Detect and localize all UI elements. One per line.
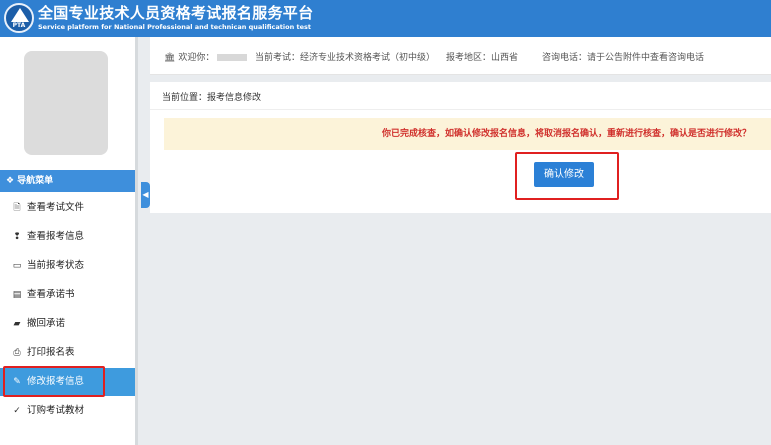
nav-menu-header: ❖ 导航菜单 [0, 170, 135, 192]
info-icon: ❢ [13, 232, 21, 242]
content-panel: 当前位置：报考信息修改 你已完成核查，如确认修改报名信息，将取消报名确认，重新进… [150, 82, 771, 213]
id-card-icon: ▤ [12, 290, 22, 300]
sidebar-item-commitment[interactable]: ▤ 查看承诺书 [0, 281, 135, 309]
highlight-box-menu [3, 366, 105, 397]
pta-logo: PTA [4, 3, 34, 33]
sidebar-item-status[interactable]: ▭ 当前报考状态 [0, 252, 135, 280]
welcome-group: 🏛 欢迎你： [164, 50, 248, 63]
printer-icon: ⎙ [13, 348, 21, 358]
sidebar: ❖ 导航菜单 🗎 查看考试文件 ❢ 查看报考信息 ▭ 当前报考状态 ▤ 查看承诺书 ▰ 撤回… [0, 37, 135, 445]
home-icon: ❖ [6, 176, 15, 186]
eraser-icon: ▰ [13, 319, 21, 329]
sidebar-item-label: 查看报考信息 [27, 231, 85, 242]
current-exam-text: 当前考试：经济专业技术资格考试（初中级） [255, 53, 436, 63]
panel-divider [150, 109, 771, 110]
sidebar-item-label: 撤回承诺 [27, 318, 66, 329]
sidebar-item-label: 当前报考状态 [27, 260, 85, 271]
sidebar-item-exam-files[interactable]: 🗎 查看考试文件 [0, 194, 135, 222]
welcome-text: 欢迎你： [178, 53, 215, 63]
bank-icon: 🏛 [164, 53, 176, 63]
sidebar-item-withdraw[interactable]: ▰ 撤回承诺 [0, 310, 135, 338]
sidebar-item-print[interactable]: ⎙ 打印报名表 [0, 339, 135, 367]
highlight-box-button [515, 152, 619, 200]
sidebar-divider [135, 37, 138, 445]
warning-alert: 你已完成核查，如确认修改报名信息，将取消报名确认，重新进行核查，确认是否进行修改… [164, 118, 771, 150]
logo-text: PTA [12, 22, 26, 29]
document-icon: 🗎 [13, 203, 21, 213]
cart-icon: ✓ [13, 406, 21, 416]
breadcrumb: 当前位置：报考信息修改 [162, 93, 262, 103]
avatar-photo [24, 51, 108, 155]
info-bar: 🏛 欢迎你： 当前考试：经济专业技术资格考试（初中级） 报考地区：山西省 咨询电… [150, 37, 771, 75]
site-title: 全国专业技术人员资格考试报名服务平台 [38, 4, 314, 22]
sidebar-item-exam-info[interactable]: ❢ 查看报考信息 [0, 223, 135, 251]
region-text: 报考地区：山西省 [446, 53, 519, 63]
nav-menu-title: 导航菜单 [17, 176, 54, 186]
sidebar-item-label: 打印报名表 [27, 347, 75, 358]
header-bar: PTA 全国专业技术人员资格考试报名服务平台 Service platform … [0, 0, 771, 37]
collapse-sidebar-icon[interactable]: ◀ [141, 182, 150, 208]
username-mask [217, 54, 248, 61]
sidebar-item-textbooks[interactable]: ✓ 订购考试教材 [0, 397, 135, 425]
sidebar-item-label: 查看承诺书 [27, 289, 75, 300]
phone-text: 咨询电话：请于公告附件中查看咨询电话 [542, 53, 705, 63]
sidebar-item-label: 订购考试教材 [27, 405, 85, 416]
site-subtitle: Service platform for National Profession… [38, 23, 311, 31]
sidebar-item-label: 查看考试文件 [27, 202, 85, 213]
monitor-icon: ▭ [12, 261, 22, 271]
